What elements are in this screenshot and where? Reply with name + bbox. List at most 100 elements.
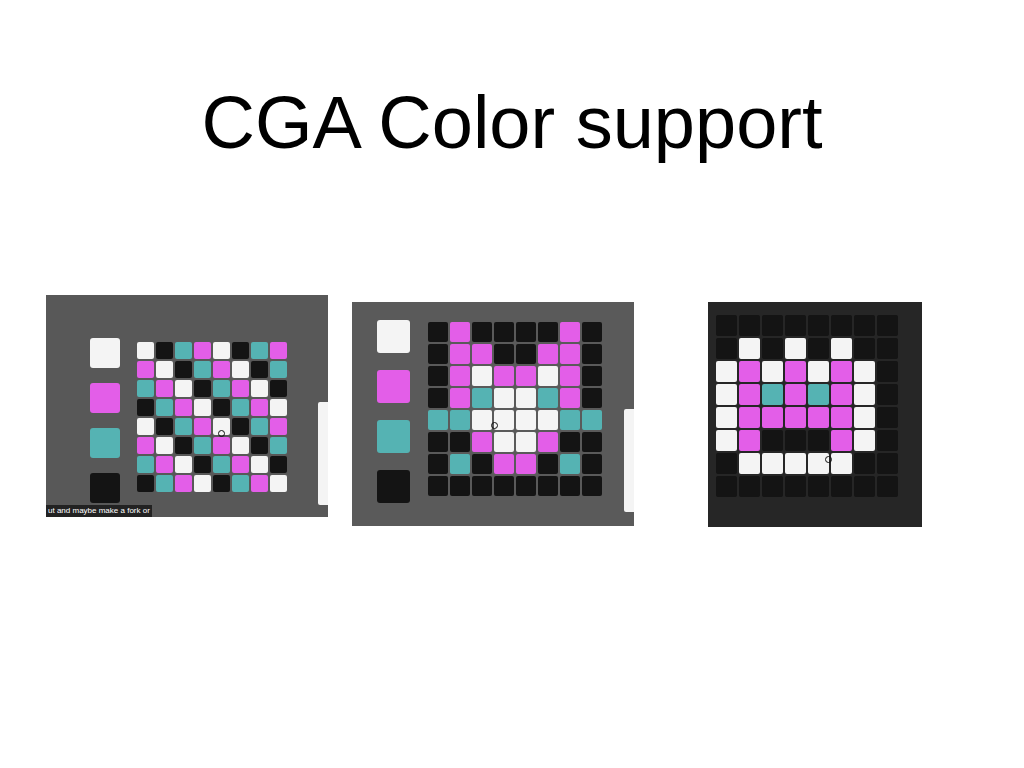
grid-cell[interactable] bbox=[194, 437, 211, 454]
grid-cell[interactable] bbox=[716, 384, 737, 405]
grid-cell[interactable] bbox=[494, 476, 514, 496]
grid-cell[interactable] bbox=[472, 344, 492, 364]
grid-cell[interactable] bbox=[854, 430, 875, 451]
grid-cell[interactable] bbox=[808, 338, 829, 359]
palette-swatch[interactable] bbox=[377, 370, 410, 403]
grid-cell[interactable] bbox=[762, 384, 783, 405]
grid-cell[interactable] bbox=[213, 475, 230, 492]
grid-cell[interactable] bbox=[270, 380, 287, 397]
grid-cell[interactable] bbox=[472, 410, 492, 430]
grid-cell[interactable] bbox=[494, 366, 514, 386]
grid-cell[interactable] bbox=[762, 430, 783, 451]
grid-cell[interactable] bbox=[251, 456, 268, 473]
grid-cell[interactable] bbox=[785, 430, 806, 451]
grid-cell[interactable] bbox=[516, 432, 536, 452]
grid-cell[interactable] bbox=[156, 475, 173, 492]
grid-cell[interactable] bbox=[762, 315, 783, 336]
grid-cell[interactable] bbox=[428, 344, 448, 364]
grid-cell[interactable] bbox=[808, 315, 829, 336]
grid-cell[interactable] bbox=[582, 388, 602, 408]
grid-cell[interactable] bbox=[854, 315, 875, 336]
grid-cell[interactable] bbox=[854, 338, 875, 359]
grid-cell[interactable] bbox=[156, 456, 173, 473]
grid-cell[interactable] bbox=[428, 476, 448, 496]
grid-cell[interactable] bbox=[716, 430, 737, 451]
palette-swatch[interactable] bbox=[90, 428, 120, 458]
grid-cell[interactable] bbox=[232, 418, 249, 435]
grid-cell[interactable] bbox=[213, 361, 230, 378]
grid-cell[interactable] bbox=[785, 361, 806, 382]
grid-cell[interactable] bbox=[175, 418, 192, 435]
grid-cell[interactable] bbox=[494, 322, 514, 342]
grid-cell[interactable] bbox=[762, 407, 783, 428]
grid-cell[interactable] bbox=[716, 315, 737, 336]
grid-cell[interactable] bbox=[251, 418, 268, 435]
grid-cell[interactable] bbox=[831, 453, 852, 474]
grid-cell[interactable] bbox=[739, 384, 760, 405]
grid-cell[interactable] bbox=[156, 361, 173, 378]
grid-cell[interactable] bbox=[877, 430, 898, 451]
grid-cell[interactable] bbox=[270, 418, 287, 435]
grid-cell[interactable] bbox=[560, 476, 580, 496]
grid-cell[interactable] bbox=[762, 361, 783, 382]
grid-cell[interactable] bbox=[213, 418, 230, 435]
grid-cell[interactable] bbox=[808, 407, 829, 428]
grid-cell[interactable] bbox=[194, 380, 211, 397]
palette-swatch[interactable] bbox=[377, 470, 410, 503]
grid-cell[interactable] bbox=[560, 432, 580, 452]
grid-cell[interactable] bbox=[428, 366, 448, 386]
grid-cell[interactable] bbox=[137, 437, 154, 454]
grid-cell[interactable] bbox=[582, 410, 602, 430]
grid-cell[interactable] bbox=[739, 338, 760, 359]
grid-cell[interactable] bbox=[270, 437, 287, 454]
grid-cell[interactable] bbox=[516, 388, 536, 408]
grid-cell[interactable] bbox=[137, 380, 154, 397]
grid-cell[interactable] bbox=[156, 418, 173, 435]
grid-cell[interactable] bbox=[808, 430, 829, 451]
grid-cell[interactable] bbox=[270, 342, 287, 359]
grid-cell[interactable] bbox=[251, 361, 268, 378]
grid-cell[interactable] bbox=[716, 407, 737, 428]
grid-cell[interactable] bbox=[785, 338, 806, 359]
grid-cell[interactable] bbox=[739, 453, 760, 474]
grid-cell[interactable] bbox=[450, 388, 470, 408]
grid-cell[interactable] bbox=[175, 437, 192, 454]
grid-cell[interactable] bbox=[137, 418, 154, 435]
grid-cell[interactable] bbox=[156, 437, 173, 454]
grid-cell[interactable] bbox=[137, 475, 154, 492]
grid-cell[interactable] bbox=[175, 456, 192, 473]
grid-cell[interactable] bbox=[785, 315, 806, 336]
grid-cell[interactable] bbox=[582, 366, 602, 386]
grid-cell[interactable] bbox=[137, 342, 154, 359]
grid-cell[interactable] bbox=[785, 407, 806, 428]
grid-cell[interactable] bbox=[538, 454, 558, 474]
grid-cell[interactable] bbox=[854, 453, 875, 474]
palette-swatch[interactable] bbox=[90, 473, 120, 503]
grid-cell[interactable] bbox=[175, 342, 192, 359]
grid-cell[interactable] bbox=[854, 476, 875, 497]
grid-cell[interactable] bbox=[428, 388, 448, 408]
grid-cell[interactable] bbox=[137, 456, 154, 473]
palette-swatch[interactable] bbox=[377, 420, 410, 453]
grid-cell[interactable] bbox=[213, 342, 230, 359]
grid-cell[interactable] bbox=[450, 476, 470, 496]
grid-cell[interactable] bbox=[137, 399, 154, 416]
grid-cell[interactable] bbox=[716, 338, 737, 359]
grid-cell[interactable] bbox=[232, 437, 249, 454]
grid-cell[interactable] bbox=[785, 384, 806, 405]
grid-cell[interactable] bbox=[251, 342, 268, 359]
grid-cell[interactable] bbox=[877, 384, 898, 405]
grid-cell[interactable] bbox=[251, 399, 268, 416]
grid-cell[interactable] bbox=[582, 344, 602, 364]
grid-cell[interactable] bbox=[538, 410, 558, 430]
grid-cell[interactable] bbox=[516, 344, 536, 364]
grid-cell[interactable] bbox=[785, 453, 806, 474]
grid-cell[interactable] bbox=[194, 361, 211, 378]
grid-cell[interactable] bbox=[716, 453, 737, 474]
grid-cell[interactable] bbox=[831, 384, 852, 405]
grid-cell[interactable] bbox=[494, 432, 514, 452]
grid-cell[interactable] bbox=[516, 322, 536, 342]
grid-cell[interactable] bbox=[716, 476, 737, 497]
grid-cell[interactable] bbox=[450, 344, 470, 364]
palette-swatch[interactable] bbox=[377, 320, 410, 353]
